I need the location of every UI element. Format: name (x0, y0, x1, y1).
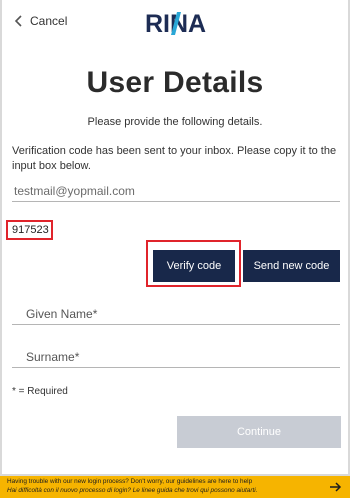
send-new-code-button[interactable]: Send new code (243, 250, 340, 282)
surname-field[interactable] (12, 346, 340, 368)
verification-info-text: Verification code has been sent to your … (12, 145, 337, 172)
required-note: * = Required (12, 386, 68, 397)
chevron-left-icon (14, 15, 22, 27)
banner-line-it: Hai difficoltà con il nuovo processo di … (7, 487, 258, 494)
page-title: User Details (86, 66, 264, 99)
rina-logo: RINA (145, 8, 207, 38)
email-field[interactable] (12, 180, 340, 202)
cancel-label: Cancel (30, 14, 68, 28)
verification-code-input[interactable]: 917523 (12, 224, 49, 236)
continue-button[interactable]: Continue (177, 416, 341, 448)
page-subtitle: Please provide the following details. (87, 116, 263, 128)
logo-mark-icon: RINA (145, 10, 206, 38)
cancel-link[interactable]: Cancel (14, 12, 67, 30)
verify-code-button[interactable]: Verify code (153, 250, 235, 282)
arrow-right-icon[interactable] (330, 482, 342, 492)
help-banner[interactable]: Having trouble with our new login proces… (0, 474, 350, 498)
banner-line-en: Having trouble with our new login proces… (7, 478, 253, 485)
given-name-field[interactable] (12, 303, 340, 325)
